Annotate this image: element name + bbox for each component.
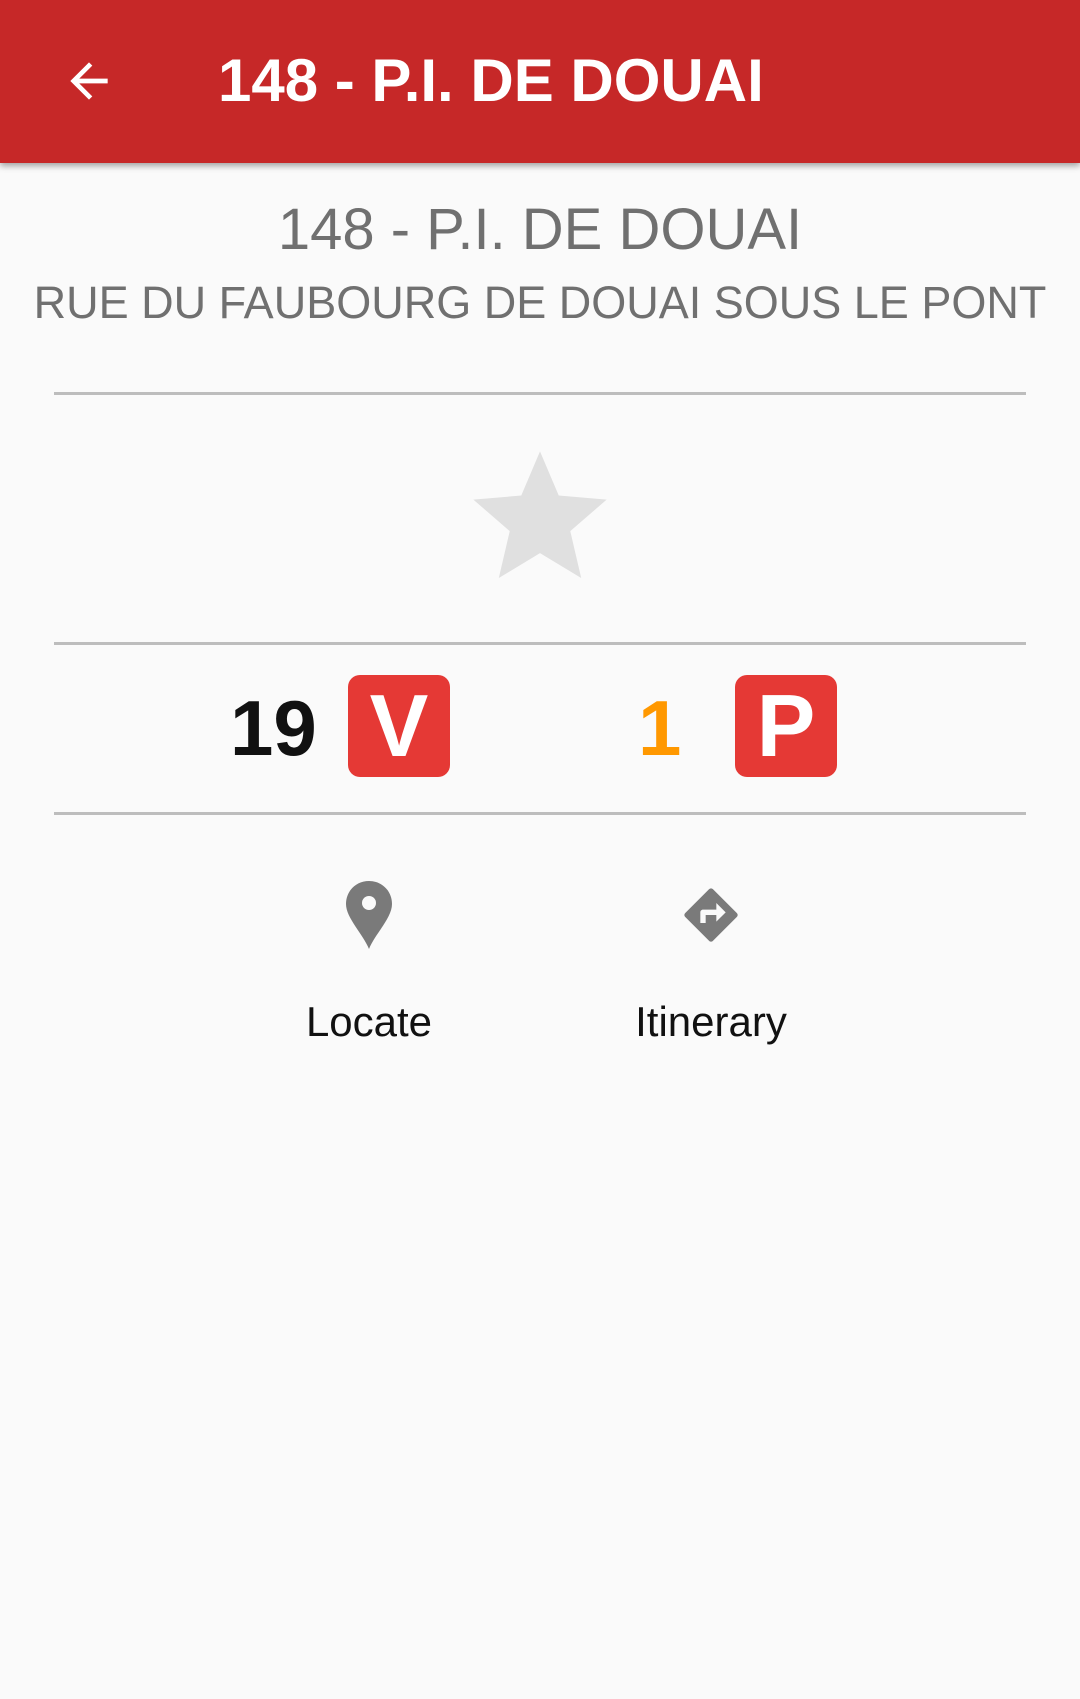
locate-button[interactable]: Locate [239,875,499,1055]
station-name: 148 - P.I. DE DOUAI [277,197,803,262]
app-bar: 148 - P.I. DE DOUAI [0,0,1080,163]
arrow-back-icon [70,62,108,100]
locate-label: Locate [305,998,433,1045]
places-badge: P [735,675,837,777]
itinerary-label: Itinerary [635,998,787,1045]
favorite-button[interactable] [455,438,625,598]
available-bikes-count: 19 [230,684,317,772]
bikes-badge: V [348,675,450,777]
station-address: RUE DU FAUBOURG DE DOUAI SOUS LE PONT [33,277,1047,328]
back-button[interactable] [44,36,134,126]
divider [54,392,1026,395]
itinerary-button[interactable]: Itinerary [581,875,841,1055]
available-places-count: 1 [638,684,682,772]
directions-icon [684,888,738,942]
star-icon [473,451,607,578]
divider [54,812,1026,815]
map-pin-icon [346,881,392,949]
divider [54,642,1026,645]
page-title: 148 - P.I. DE DOUAI [218,47,764,114]
